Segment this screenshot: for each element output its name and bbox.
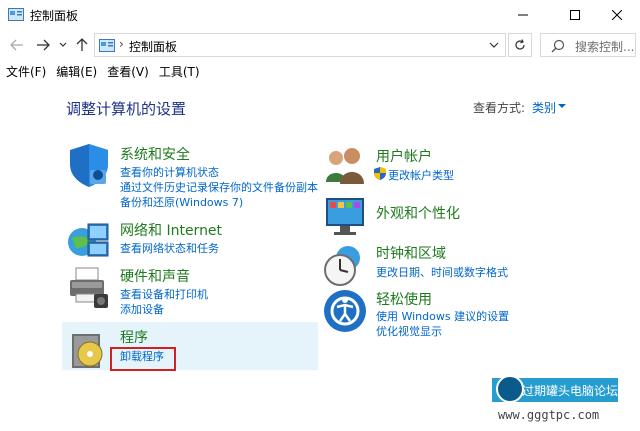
view-by-label: 查看方式: <box>473 101 526 115</box>
printer-icon <box>70 267 108 308</box>
menu-bar: 文件(F) 编辑(E) 查看(V) 工具(T) <box>0 61 640 81</box>
navigation-bar: › 控制面板 搜索控制... <box>0 30 640 60</box>
close-icon <box>612 10 622 20</box>
refresh-button[interactable] <box>508 33 532 57</box>
forward-button[interactable] <box>32 35 54 55</box>
link-backup-restore[interactable]: 备份和还原(Windows 7) <box>120 194 243 210</box>
close-button[interactable] <box>594 0 640 30</box>
control-panel-icon <box>8 8 24 21</box>
chevron-down-icon <box>59 42 67 47</box>
up-arrow-icon <box>76 38 88 51</box>
back-button[interactable] <box>6 35 28 55</box>
breadcrumb-separator-icon: › <box>119 37 124 51</box>
chevron-down-icon[interactable] <box>558 104 566 109</box>
link-change-account-type[interactable]: 更改帐户类型 <box>388 167 454 183</box>
page-title: 调整计算机的设置 <box>66 100 187 118</box>
link-file-history[interactable]: 通过文件历史记录保存你的文件备份副本 <box>120 179 318 195</box>
watermark-text: 过期罐头电脑论坛 <box>522 383 619 398</box>
search-input[interactable]: 搜索控制... <box>575 38 634 55</box>
search-icon <box>551 39 565 53</box>
window-title: 控制面板 <box>30 9 79 23</box>
link-add-device[interactable]: 添加设备 <box>120 301 164 317</box>
category-title[interactable]: 硬件和声音 <box>120 266 190 286</box>
watermark-url: www.gggtpc.com <box>498 408 600 422</box>
up-button[interactable] <box>72 35 92 55</box>
category-title[interactable]: 网络和 Internet <box>120 220 222 240</box>
menu-edit[interactable]: 编辑(E) <box>50 61 101 81</box>
menu-tools[interactable]: 工具(T) <box>153 61 204 81</box>
title-bar: 控制面板 <box>0 0 640 30</box>
users-icon <box>326 148 364 184</box>
programs-disc-icon <box>72 334 103 368</box>
ease-of-access-icon <box>324 290 366 332</box>
clock-icon <box>324 246 360 286</box>
appearance-monitor-icon <box>326 198 364 235</box>
back-arrow-icon <box>10 39 23 51</box>
link-optimize-visual[interactable]: 优化视觉显示 <box>376 323 442 339</box>
annotation-highlight-box <box>110 347 176 371</box>
search-box[interactable]: 搜索控制... <box>540 33 636 57</box>
link-devices-printers[interactable]: 查看设备和打印机 <box>120 286 208 302</box>
forward-arrow-icon <box>37 39 50 51</box>
shield-icon <box>70 144 108 187</box>
watermark-logo-icon <box>496 375 524 403</box>
breadcrumb[interactable]: 控制面板 <box>129 38 177 55</box>
link-network-status[interactable]: 查看网络状态和任务 <box>120 240 219 256</box>
recent-locations-button[interactable] <box>57 35 69 55</box>
watermark: 过期罐头电脑论坛 www.gggtpc.com <box>492 372 640 431</box>
control-panel-icon <box>99 39 115 52</box>
chevron-down-icon[interactable] <box>489 41 499 49</box>
link-view-status[interactable]: 查看你的计算机状态 <box>120 164 219 180</box>
refresh-icon <box>515 39 525 50</box>
minimize-button[interactable] <box>500 0 546 30</box>
category-title[interactable]: 时钟和区域 <box>376 243 446 263</box>
minimize-icon <box>518 14 528 16</box>
category-title[interactable]: 系统和安全 <box>120 144 190 164</box>
category-title[interactable]: 用户帐户 <box>376 146 432 166</box>
link-recommended-settings[interactable]: 使用 Windows 建议的设置 <box>376 308 509 324</box>
menu-file[interactable]: 文件(F) <box>0 61 50 81</box>
address-bar[interactable]: › 控制面板 <box>94 33 506 57</box>
category-title[interactable]: 轻松使用 <box>376 289 432 309</box>
category-title[interactable]: 外观和个性化 <box>376 203 460 223</box>
category-title[interactable]: 程序 <box>120 327 148 347</box>
link-change-date-time[interactable]: 更改日期、时间或数字格式 <box>376 264 508 280</box>
maximize-icon <box>570 10 580 20</box>
maximize-button[interactable] <box>552 0 598 30</box>
view-by-dropdown[interactable]: 类别 <box>532 99 556 116</box>
uac-shield-icon <box>374 167 386 180</box>
network-globe-icon <box>68 223 109 257</box>
menu-view[interactable]: 查看(V) <box>101 61 153 81</box>
